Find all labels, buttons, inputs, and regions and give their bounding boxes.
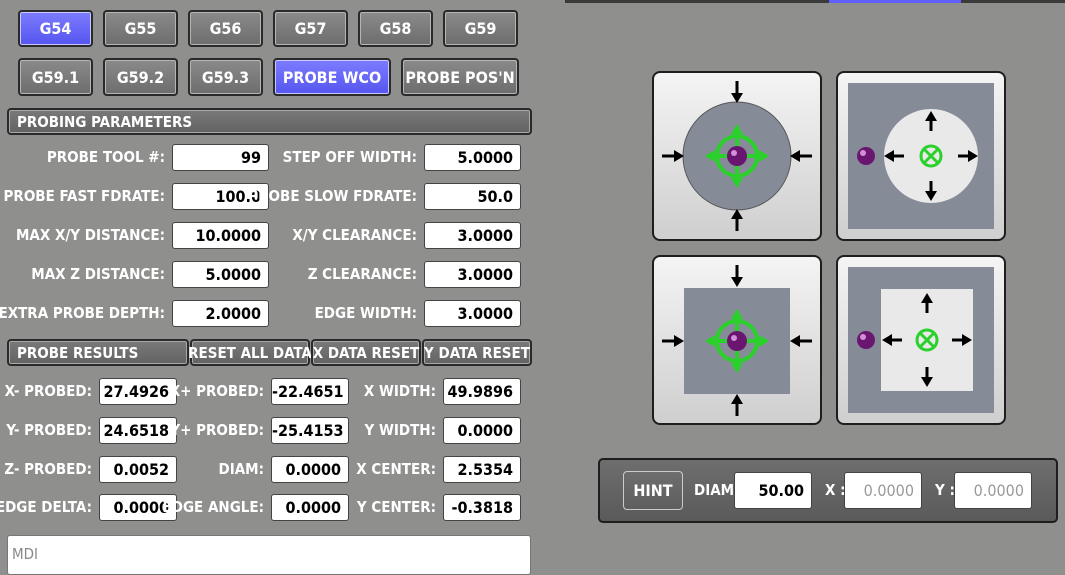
g58-button[interactable]: G58 (358, 10, 433, 47)
y-data-reset-button[interactable]: Y DATA RESET (422, 339, 532, 366)
x-minus-probed-field: 27.4926 (99, 378, 177, 405)
z-minus-probed-label: Z- PROBED: (4, 460, 92, 478)
hint-y-field[interactable]: 0.0000 (954, 472, 1032, 509)
edge-angle-label: EDGE ANGLE: (162, 498, 264, 516)
edge-delta-label: EDGE DELTA: (0, 498, 92, 516)
g54-button[interactable]: G54 (18, 10, 93, 47)
x-width-label: X WIDTH: (363, 382, 436, 400)
outside-circle-probe-button[interactable] (836, 71, 1006, 241)
x-data-reset-button[interactable]: X DATA RESET (311, 339, 421, 366)
y-width-field: 0.0000 (443, 417, 521, 444)
max-z-distance-label: MAX Z DISTANCE: (31, 265, 165, 283)
step-off-width-label: STEP OFF WIDTH: (282, 148, 417, 166)
probe-fast-fdrate-label: PROBE FAST FDRATE: (3, 187, 165, 205)
x-minus-probed-label: X- PROBED: (4, 382, 92, 400)
probe-slow-fdrate-field[interactable]: 50.0 (424, 183, 521, 210)
probe-wco-button[interactable]: PROBE WCO (273, 58, 391, 96)
max-z-distance-field[interactable]: 5.0000 (172, 261, 269, 288)
xy-clearance-field[interactable]: 3.0000 (424, 222, 521, 249)
inside-circle-probe-button[interactable] (652, 71, 822, 241)
y-minus-probed-field: 24.6518 (99, 417, 177, 444)
extra-probe-depth-field[interactable]: 2.0000 (172, 300, 269, 327)
extra-probe-depth-label: EXTRA PROBE DEPTH: (0, 304, 165, 322)
g57-button[interactable]: G57 (273, 10, 348, 47)
inside-rect-probe-icon (662, 265, 812, 416)
probe-results-header: PROBE RESULTS (7, 339, 189, 366)
inside-rect-probe-button[interactable] (652, 255, 822, 425)
g56-button[interactable]: G56 (188, 10, 263, 47)
hint-x-field[interactable]: 0.0000 (844, 472, 922, 509)
outside-rect-probe-icon (848, 267, 994, 413)
x-plus-probed-field: -22.4651 (271, 378, 349, 405)
mdi-input[interactable]: MDI (7, 535, 531, 575)
reset-all-data-button[interactable]: RESET ALL DATA (188, 339, 312, 366)
inside-circle-probe-icon (662, 81, 812, 231)
hint-y-label: Y : (935, 481, 955, 499)
hint-x-label: X : (825, 481, 846, 499)
y-center-label: Y CENTER: (356, 498, 436, 516)
xy-clearance-label: X/Y CLEARANCE: (292, 226, 417, 244)
diam-result-field: 0.0000 (271, 456, 349, 483)
probe-posn-button[interactable]: PROBE POS'N (401, 58, 519, 96)
outside-rect-probe-button[interactable] (836, 255, 1006, 425)
edge-angle-field: 0.0000 (271, 494, 349, 521)
y-minus-probed-label: Y- PROBED: (6, 421, 92, 439)
hint-diam-field[interactable]: 50.00 (734, 472, 812, 509)
z-clearance-label: Z CLEARANCE: (307, 265, 417, 283)
g59-3-button[interactable]: G59.3 (188, 58, 263, 96)
max-xy-distance-field[interactable]: 10.0000 (172, 222, 269, 249)
x-width-field: 49.9896 (443, 378, 521, 405)
edge-width-label: EDGE WIDTH: (314, 304, 417, 322)
probe-tool-field[interactable]: 99 (172, 144, 269, 171)
outside-circle-probe-icon (848, 83, 994, 229)
hint-diam-label: DIAM: (694, 481, 740, 499)
top-tab-strip (565, 0, 1065, 3)
max-xy-distance-label: MAX X/Y DISTANCE: (15, 226, 165, 244)
hint-button[interactable]: HINT (623, 471, 683, 510)
probe-tool-label: PROBE TOOL #: (46, 148, 165, 166)
z-clearance-field[interactable]: 3.0000 (424, 261, 521, 288)
x-center-label: X CENTER: (356, 460, 436, 478)
y-center-field: -0.3818 (443, 494, 521, 521)
probing-parameters-header: PROBING PARAMETERS (7, 108, 532, 135)
step-off-width-field[interactable]: 5.0000 (424, 144, 521, 171)
g55-button[interactable]: G55 (103, 10, 178, 47)
z-minus-probed-field: 0.0052 (99, 456, 177, 483)
y-width-label: Y WIDTH: (364, 421, 436, 439)
probe-slow-fdrate-label: PROBE SLOW FDRATE: (248, 187, 417, 205)
y-plus-probed-field: -25.4153 (271, 417, 349, 444)
y-plus-probed-label: Y+ PROBED: (170, 421, 264, 439)
diam-result-label: DIAM: (218, 460, 265, 478)
x-center-field: 2.5354 (443, 456, 521, 483)
x-plus-probed-label: X+ PROBED: (169, 382, 264, 400)
g59-2-button[interactable]: G59.2 (103, 58, 178, 96)
g59-1-button[interactable]: G59.1 (18, 58, 93, 96)
g59-button[interactable]: G59 (443, 10, 518, 47)
active-tab-indicator[interactable] (829, 0, 961, 3)
edge-width-field[interactable]: 3.0000 (424, 300, 521, 327)
